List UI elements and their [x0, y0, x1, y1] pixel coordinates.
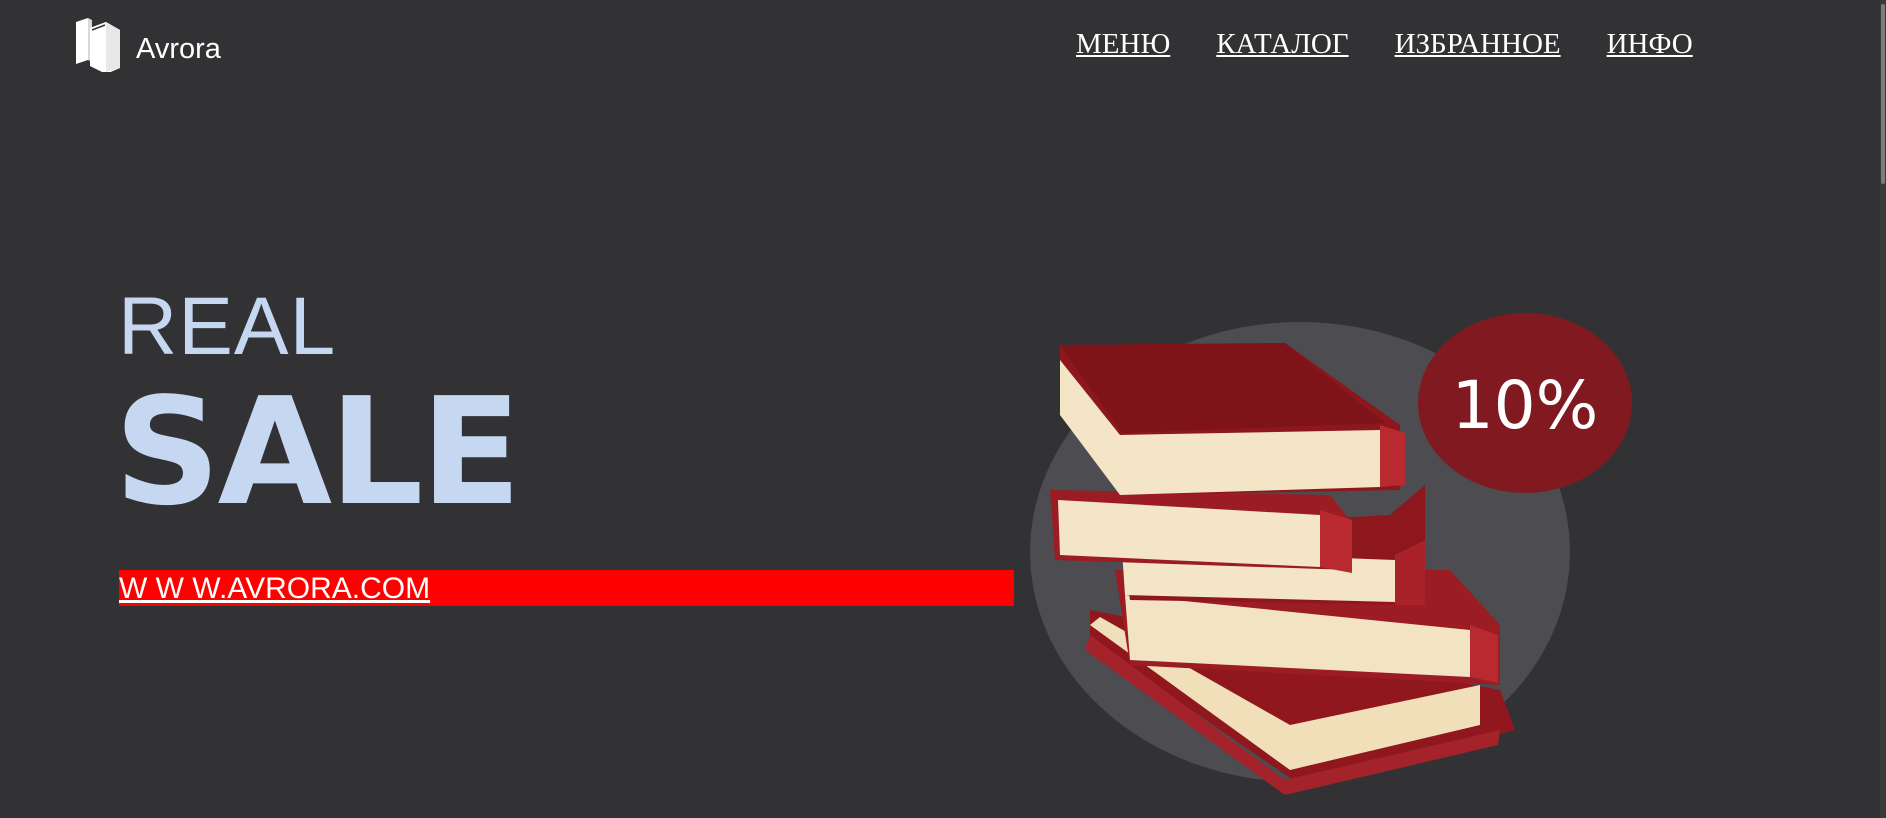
nav-catalog[interactable]: КАТАЛОГ	[1216, 28, 1348, 61]
books-icon	[76, 18, 120, 72]
landing-page: Avrora МЕНЮ КАТАЛОГ ИЗБРАННОЕ ИНФО REAL …	[0, 0, 1886, 818]
url-banner: W W W.AVRORA.COM	[119, 570, 1014, 606]
nav-info[interactable]: ИНФО	[1607, 28, 1693, 61]
books-sale-illustration: 10%	[1030, 313, 1632, 795]
scrollbar-thumb[interactable]	[1881, 4, 1885, 184]
logo-text: Avrora	[136, 32, 221, 65]
hero-kicker: REAL	[118, 281, 337, 372]
website-link[interactable]: W W W.AVRORA.COM	[119, 572, 430, 606]
nav-favorites[interactable]: ИЗБРАННОЕ	[1395, 28, 1561, 61]
site-logo[interactable]: Avrora	[72, 16, 221, 72]
nav-menu[interactable]: МЕНЮ	[1076, 28, 1170, 61]
discount-text: 10%	[1452, 367, 1599, 444]
scrollbar[interactable]	[1880, 0, 1886, 818]
main-nav: МЕНЮ КАТАЛОГ ИЗБРАННОЕ ИНФО	[1076, 28, 1693, 61]
book-2	[1050, 490, 1352, 573]
hero-headline: SALE	[114, 366, 522, 538]
